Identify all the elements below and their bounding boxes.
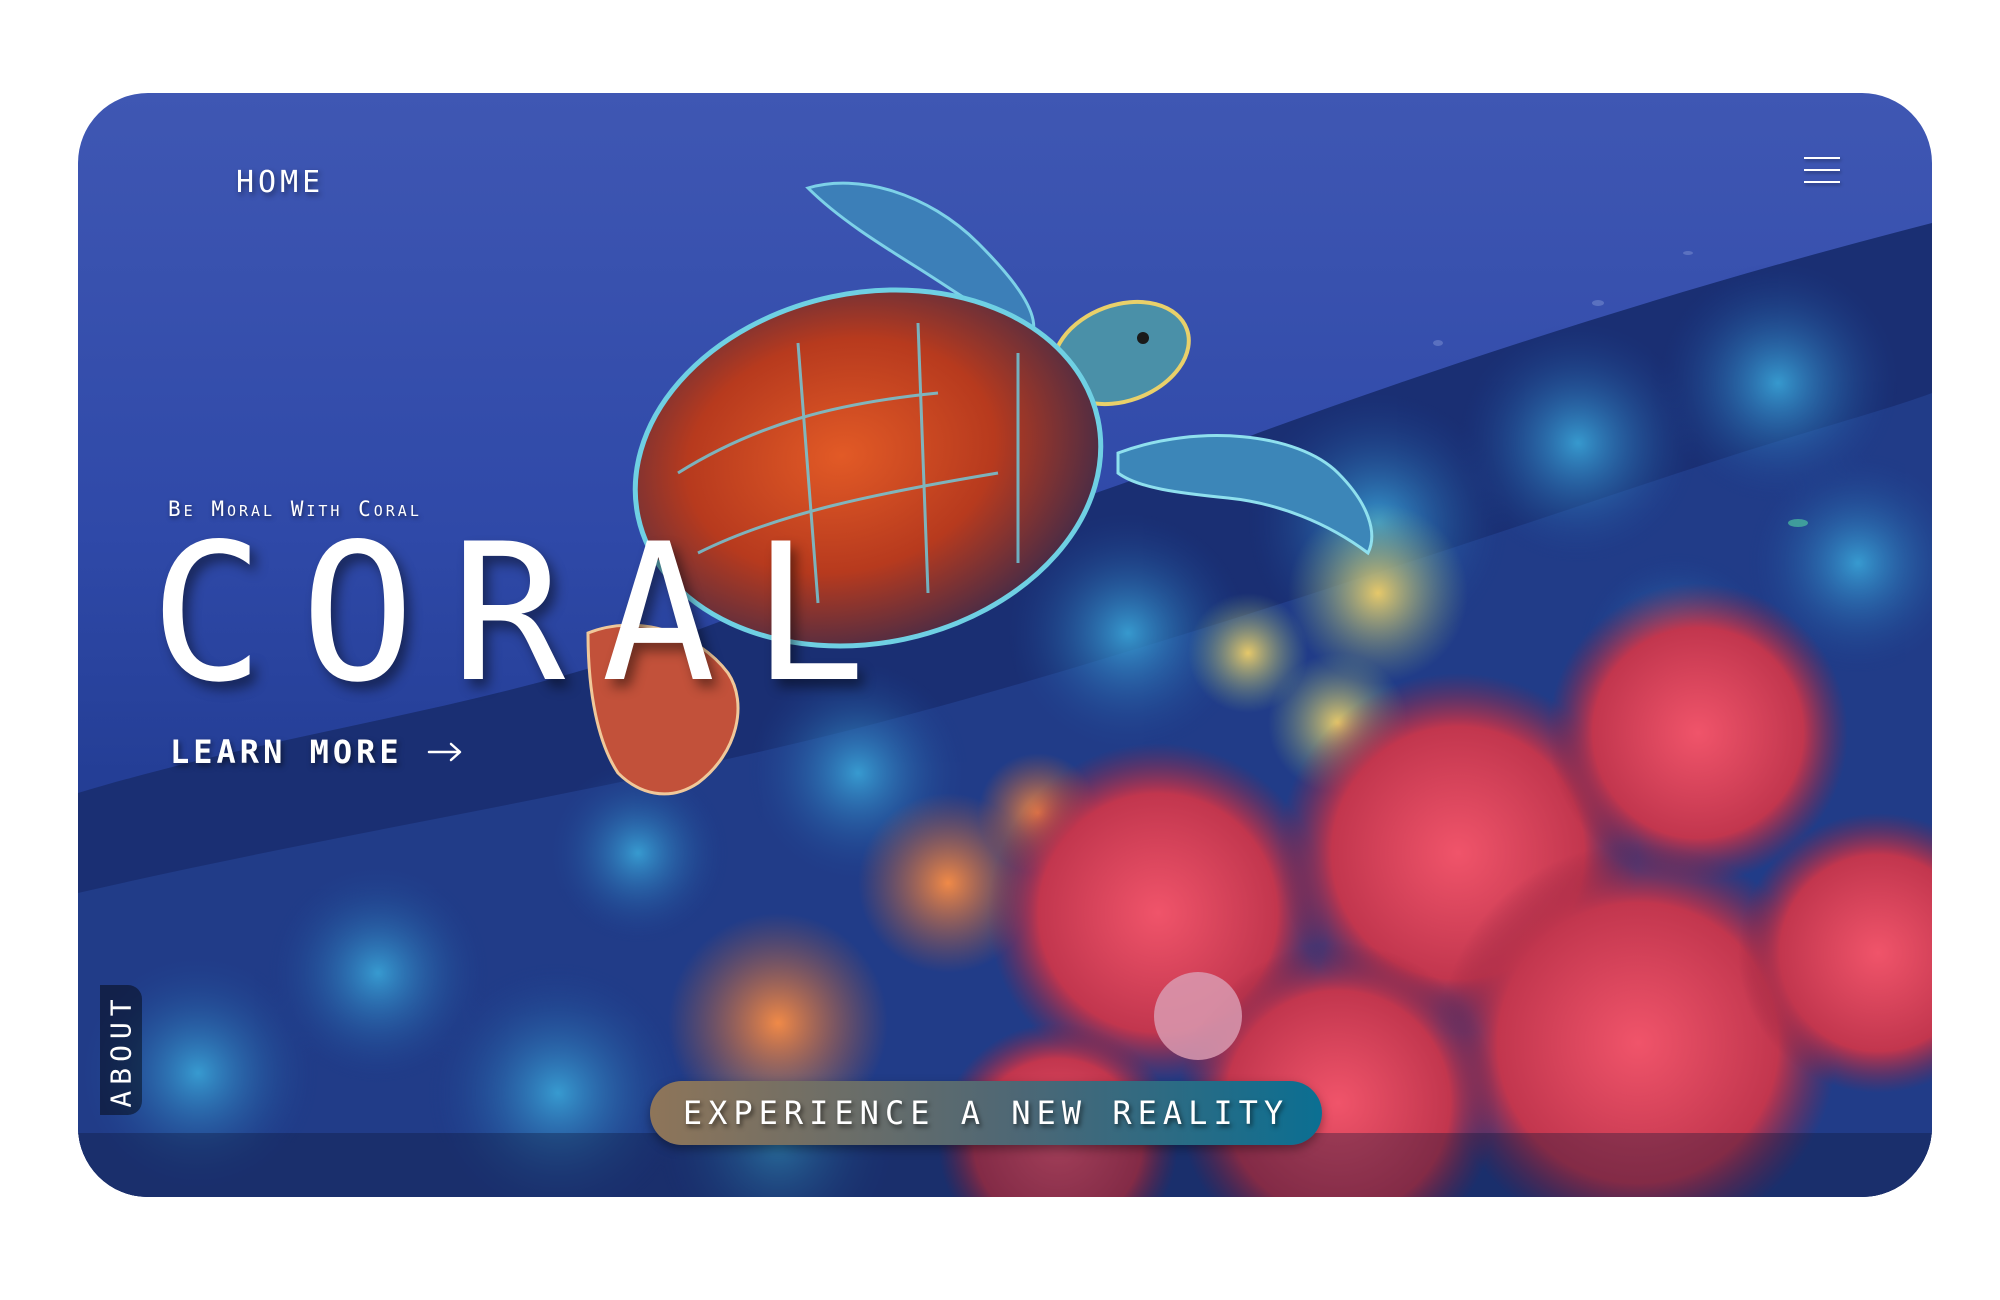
arrow-right-icon (427, 733, 463, 771)
menu-bar (1804, 169, 1840, 171)
hero-card: HOME Be Moral With Coral CORAL LEARN MOR… (78, 93, 1932, 1197)
menu-bar (1804, 181, 1840, 183)
experience-cta-button[interactable]: EXPERIENCE A NEW REALITY (650, 1081, 1322, 1145)
nav-home-link[interactable]: HOME (236, 165, 324, 200)
hamburger-menu-icon[interactable] (1804, 157, 1840, 187)
learn-more-label: LEARN MORE (170, 733, 403, 771)
about-label: ABOUT (104, 992, 138, 1108)
about-side-tab[interactable]: ABOUT (100, 985, 142, 1115)
menu-bar (1804, 157, 1840, 159)
learn-more-link[interactable]: LEARN MORE (170, 733, 463, 771)
hero-headline: CORAL (150, 503, 902, 724)
